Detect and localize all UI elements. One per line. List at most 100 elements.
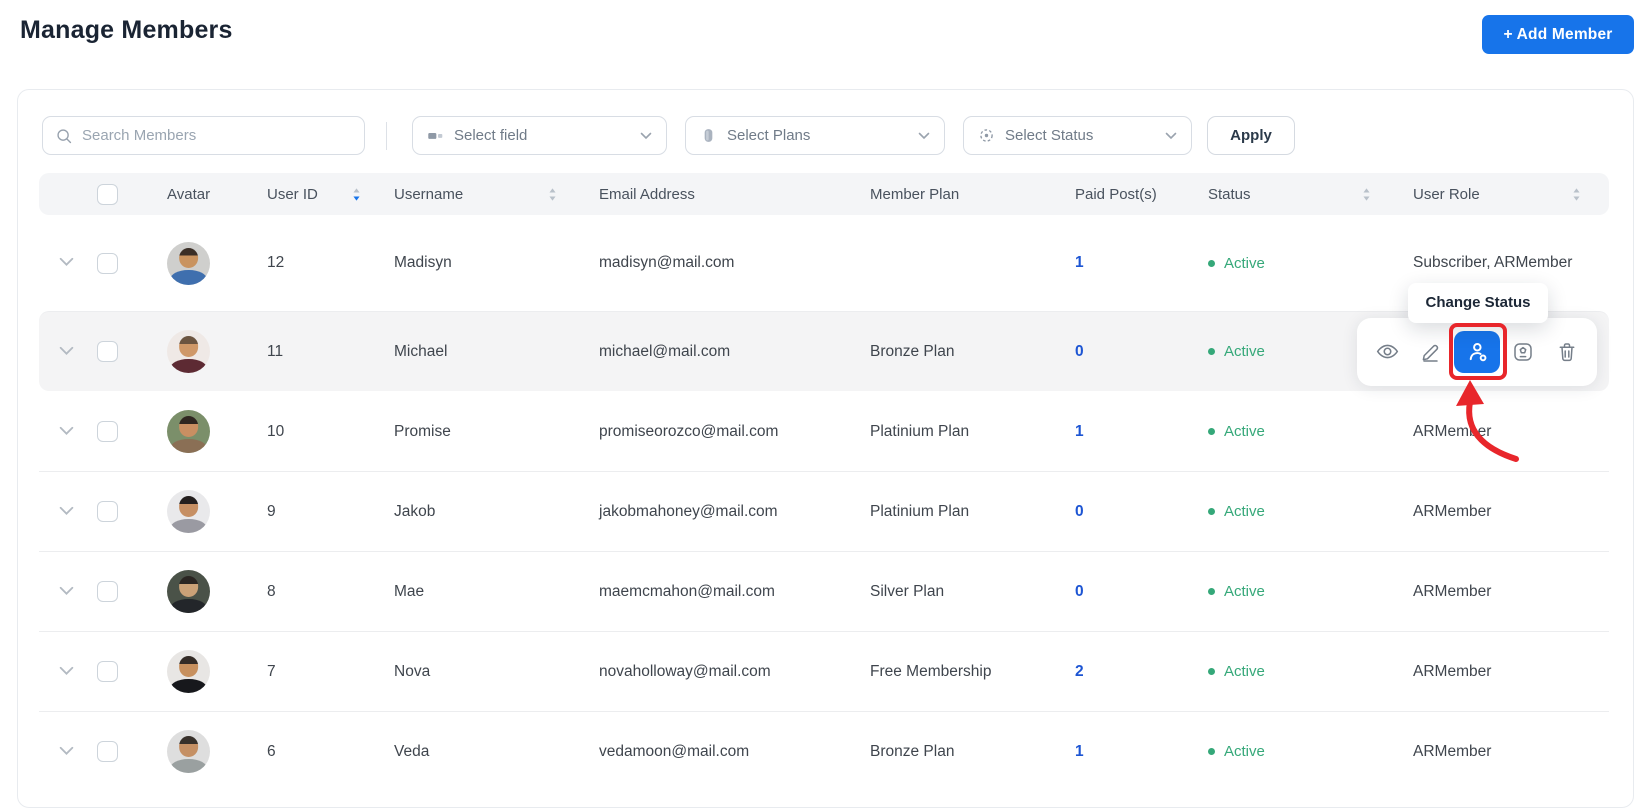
status-dot	[1208, 668, 1215, 675]
status-dot	[1208, 259, 1215, 267]
paid-posts-link[interactable]: 0	[1075, 343, 1084, 361]
member-plan: Free Membership	[870, 662, 992, 680]
paid-posts-link[interactable]: 1	[1075, 423, 1084, 441]
email-address: madisyn@mail.com	[599, 254, 735, 271]
search-icon	[55, 127, 73, 145]
select-field-label: Select field	[454, 127, 528, 144]
username: Michael	[394, 342, 448, 360]
paid-posts-link[interactable]: 1	[1075, 743, 1084, 761]
status-badge: Active	[1179, 343, 1381, 360]
member-plan: Silver Plan	[870, 582, 945, 600]
change-status-button[interactable]	[1454, 330, 1500, 373]
username: Jakob	[394, 502, 436, 520]
table-row: 12 Madisyn madisyn@mail.com 1 Active Sub…	[39, 215, 1609, 311]
delete-button[interactable]	[1546, 331, 1588, 373]
row-expand-icon[interactable]	[59, 423, 74, 441]
row-checkbox[interactable]	[97, 661, 118, 682]
username: Nova	[394, 662, 431, 680]
email-address: maemcmahon@mail.com	[599, 582, 775, 600]
username: Veda	[394, 742, 430, 760]
email-address: promiseorozco@mail.com	[599, 422, 779, 440]
user-role: ARMember	[1413, 582, 1492, 600]
column-header-member-plan: Member Plan	[870, 185, 960, 203]
status-dot	[1208, 428, 1215, 435]
user-id: 8	[267, 582, 276, 600]
select-status-label: Select Status	[1005, 127, 1094, 144]
table-header-row: Avatar User ID Username Email Address Member…	[39, 173, 1609, 215]
status-badge: Active	[1179, 423, 1381, 440]
user-role: ARMember	[1413, 422, 1492, 440]
row-expand-icon[interactable]	[59, 743, 74, 761]
sort-icon[interactable]	[1362, 187, 1371, 202]
field-icon	[427, 127, 444, 144]
avatar	[167, 570, 210, 613]
user-role: ARMember	[1413, 742, 1492, 760]
row-checkbox[interactable]	[97, 341, 118, 362]
username: Promise	[394, 422, 451, 440]
row-checkbox[interactable]	[97, 252, 118, 274]
avatar	[167, 490, 210, 533]
members-table-body: 12 Madisyn madisyn@mail.com 1 Active Sub…	[39, 215, 1609, 791]
sort-icon[interactable]	[352, 187, 361, 202]
paid-posts-link[interactable]: 0	[1075, 583, 1084, 601]
edit-button[interactable]	[1410, 331, 1452, 373]
paid-posts-link[interactable]: 0	[1075, 503, 1084, 521]
select-plans-dropdown[interactable]: Select Plans	[685, 116, 945, 155]
sort-icon[interactable]	[548, 187, 557, 202]
row-checkbox[interactable]	[97, 421, 118, 442]
filter-divider	[386, 121, 387, 150]
chevron-down-icon	[640, 132, 652, 140]
table-row: 11 Michael michael@mail.com Bronze Plan …	[39, 311, 1609, 391]
user-role: ARMember	[1413, 502, 1492, 520]
email-address: vedamoon@mail.com	[599, 742, 750, 760]
select-status-dropdown[interactable]: Select Status	[963, 116, 1192, 155]
member-plan: Platinium Plan	[870, 422, 970, 440]
row-expand-icon[interactable]	[59, 254, 74, 272]
view-button[interactable]	[1366, 331, 1408, 373]
row-checkbox[interactable]	[97, 501, 118, 522]
user-id: 12	[267, 254, 285, 271]
column-header-avatar: Avatar	[167, 185, 211, 203]
select-all-checkbox[interactable]	[97, 183, 118, 205]
avatar	[167, 650, 210, 693]
status-dot	[1208, 508, 1215, 515]
row-expand-icon[interactable]	[59, 503, 74, 521]
apply-button[interactable]: Apply	[1207, 116, 1295, 155]
member-plan: Bronze Plan	[870, 742, 955, 760]
filter-toolbar: Select field Select Plans Select Status …	[39, 116, 1609, 155]
row-checkbox[interactable]	[97, 741, 118, 762]
select-field-dropdown[interactable]: Select field	[412, 116, 667, 155]
search-members-input[interactable]	[82, 127, 352, 144]
row-checkbox[interactable]	[97, 581, 118, 602]
paid-posts-link[interactable]: 2	[1075, 663, 1084, 681]
status-badge: Active	[1179, 255, 1381, 272]
status-dot	[1208, 588, 1215, 595]
status-badge: Active	[1179, 663, 1381, 680]
row-expand-icon[interactable]	[59, 663, 74, 681]
status-dot	[1208, 348, 1215, 355]
column-header-username[interactable]: Username	[371, 186, 579, 203]
column-header-user-role[interactable]: User Role	[1381, 186, 1609, 203]
chevron-down-icon	[1165, 132, 1177, 140]
row-expand-icon[interactable]	[59, 583, 74, 601]
table-row: 6 Veda vedamoon@mail.com Bronze Plan 1 A…	[39, 711, 1609, 791]
members-card: Select field Select Plans Select Status …	[17, 89, 1634, 808]
search-members-box[interactable]	[42, 116, 365, 155]
membership-plan-button[interactable]	[1502, 331, 1544, 373]
column-header-user-id[interactable]: User ID	[239, 186, 371, 203]
user-id: 9	[267, 502, 276, 520]
column-header-paid-post-s-: Paid Post(s)	[1075, 185, 1157, 203]
avatar	[167, 410, 210, 453]
column-header-email-address: Email Address	[599, 185, 695, 203]
member-plan: Bronze Plan	[870, 342, 955, 360]
column-header-status[interactable]: Status	[1179, 186, 1381, 203]
user-role: ARMember	[1413, 662, 1492, 680]
user-id: 7	[267, 662, 276, 680]
sort-icon[interactable]	[1572, 187, 1581, 202]
add-member-button[interactable]: + Add Member	[1482, 15, 1634, 54]
status-badge: Active	[1179, 503, 1381, 520]
paid-posts-link[interactable]: 1	[1075, 254, 1084, 272]
user-id: 6	[267, 742, 276, 760]
row-expand-icon[interactable]	[59, 343, 74, 361]
avatar	[167, 241, 210, 285]
